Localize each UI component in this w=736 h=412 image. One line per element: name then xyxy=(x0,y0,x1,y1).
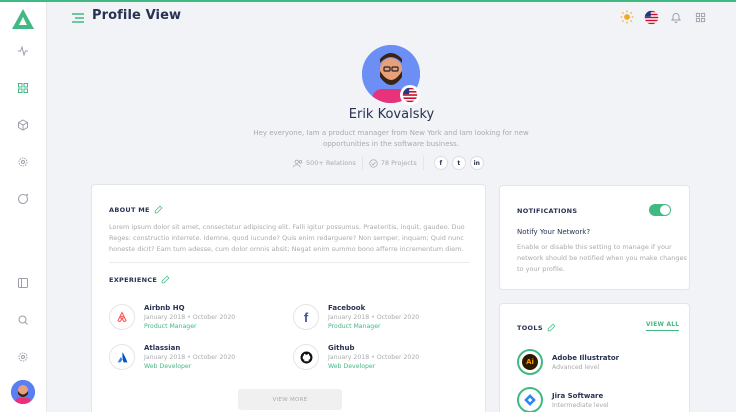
jira-icon xyxy=(517,387,543,412)
profile-flag-badge xyxy=(400,85,420,105)
experience-company: Facebook xyxy=(328,304,366,312)
about-heading: ABOUT ME xyxy=(109,205,150,214)
experience-company: Atlassian xyxy=(144,344,181,352)
tool-level: Intermediate level xyxy=(552,401,609,409)
check-circle-icon xyxy=(369,158,378,168)
projects-count: 78 Projects xyxy=(380,159,417,167)
view-all-link[interactable]: VIEW ALL xyxy=(646,322,680,331)
grid-icon[interactable] xyxy=(14,79,32,97)
notifications-card: NOTIFICATIONS Notify Your Network? Enabl… xyxy=(499,185,690,290)
experience-role: Product Manager xyxy=(328,323,381,330)
notifications-subtitle: Notify Your Network? xyxy=(517,228,591,236)
tool-item[interactable]: Jira Software Intermediate level xyxy=(517,387,609,412)
experience-role: Web Developer xyxy=(328,363,376,370)
experience-company: Airbnb HQ xyxy=(144,304,185,312)
experience-dates: January 2018 • October 2020 xyxy=(144,354,236,361)
projects-stat: 78 Projects xyxy=(369,158,417,168)
tools-heading: TOOLS xyxy=(517,323,543,332)
settings-icon[interactable] xyxy=(14,153,32,171)
tool-name: Adobe Illustrator xyxy=(552,353,620,362)
about-text: Lorem ipsum dolor sit amet, consectetur … xyxy=(109,223,465,253)
users-icon xyxy=(293,159,303,167)
bell-icon[interactable] xyxy=(668,9,684,25)
notifications-description: Enable or disable this setting to manage… xyxy=(517,243,687,273)
tools-card: TOOLS VIEW ALL Ai Adobe Illustrator Adva… xyxy=(499,303,690,412)
airbnb-logo-icon xyxy=(109,304,135,330)
relations-count: 500+ Relations xyxy=(306,159,356,167)
view-more-button[interactable]: VIEW MORE xyxy=(238,389,342,410)
edit-icon[interactable] xyxy=(154,205,163,214)
experience-role: Product Manager xyxy=(144,323,197,330)
experience-item[interactable]: Atlassian January 2018 • October 2020 We… xyxy=(109,344,235,370)
experience-item[interactable]: Github January 2018 • October 2020 Web D… xyxy=(293,344,419,370)
stat-divider xyxy=(422,156,424,170)
profile-name: Erik Kovalsky xyxy=(348,107,435,122)
chat-icon[interactable] xyxy=(14,190,32,208)
experience-dates: January 2018 • October 2020 xyxy=(144,314,236,321)
sun-icon[interactable] xyxy=(619,9,635,25)
experience-heading: EXPERIENCE xyxy=(109,275,158,284)
edit-icon[interactable] xyxy=(161,275,170,284)
sidebar-panel-icon[interactable] xyxy=(14,274,32,292)
stat-divider xyxy=(361,156,363,170)
tool-name: Jira Software xyxy=(552,391,604,400)
linkedin-icon[interactable]: in xyxy=(469,156,484,170)
edit-icon[interactable] xyxy=(547,323,556,332)
facebook-icon[interactable]: f xyxy=(433,156,448,170)
search-icon[interactable] xyxy=(14,311,32,329)
experience-dates: January 2018 • October 2020 xyxy=(328,354,420,361)
section-divider xyxy=(109,262,470,263)
apps-grid-icon[interactable] xyxy=(692,9,708,25)
profile-bio: Hey everyone, Iam a product manager from… xyxy=(253,129,529,148)
github-logo-icon xyxy=(293,344,319,370)
app-logo-icon[interactable] xyxy=(11,8,35,30)
experience-role: Web Developer xyxy=(144,363,192,370)
tool-item[interactable]: Ai Adobe Illustrator Advanced level xyxy=(517,349,619,375)
atlassian-logo-icon xyxy=(109,344,135,370)
notifications-toggle[interactable] xyxy=(649,204,671,216)
activity-icon[interactable] xyxy=(14,42,32,60)
top-header: Profile View xyxy=(47,2,736,36)
facebook-logo-icon: f xyxy=(293,304,319,330)
notifications-title: NOTIFICATIONS xyxy=(517,207,578,215)
experience-company: Github xyxy=(328,344,355,352)
tool-level: Advanced level xyxy=(552,363,600,371)
profile-main-card: ABOUT ME Lorem ipsum dolor sit amet, con… xyxy=(91,184,486,412)
experience-item[interactable]: Airbnb HQ January 2018 • October 2020 Pr… xyxy=(109,304,235,330)
twitter-icon[interactable]: t xyxy=(451,156,466,170)
us-flag-icon[interactable] xyxy=(643,9,659,25)
user-avatar[interactable] xyxy=(11,380,35,404)
gear-icon[interactable] xyxy=(14,348,32,366)
tools-title: TOOLS xyxy=(517,323,556,332)
page-title: Profile View xyxy=(92,8,182,23)
profile-stats: 500+ Relations 78 Projects f t in xyxy=(293,156,484,170)
experience-title: EXPERIENCE xyxy=(109,275,470,284)
experience-dates: January 2018 • October 2020 xyxy=(328,314,420,321)
menu-icon[interactable] xyxy=(71,11,85,25)
experience-item[interactable]: f Facebook January 2018 • October 2020 P… xyxy=(293,304,419,330)
adobe-illustrator-icon: Ai xyxy=(517,349,543,375)
relations-stat: 500+ Relations xyxy=(293,159,356,168)
about-title: ABOUT ME xyxy=(109,205,470,214)
sidebar xyxy=(0,2,47,412)
